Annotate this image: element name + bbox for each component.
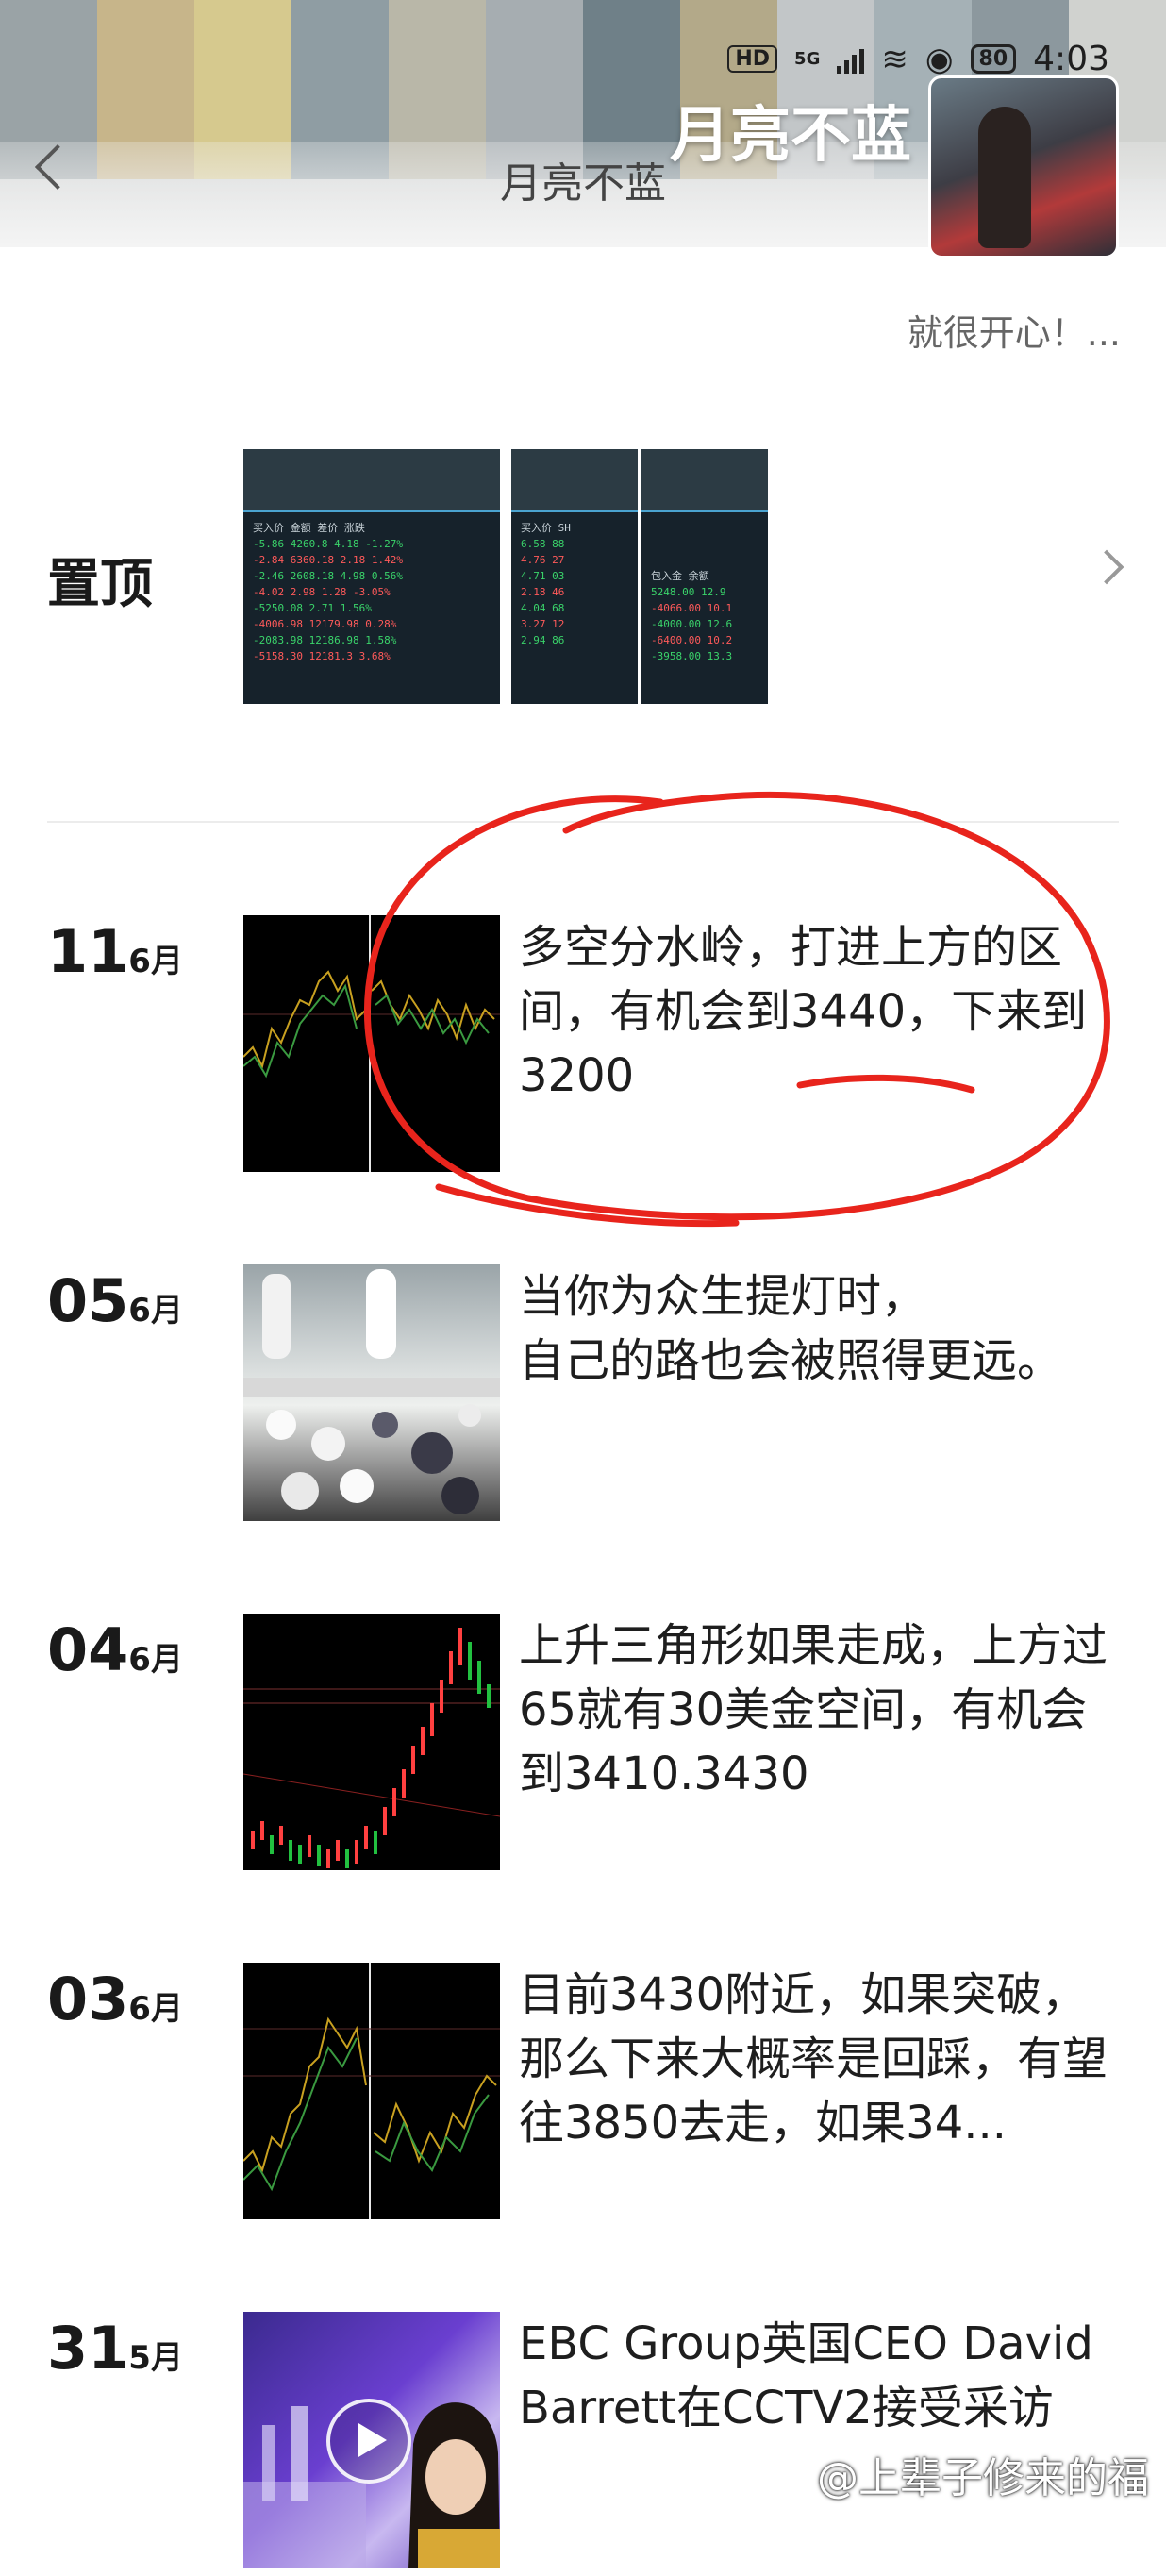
post-thumbnail[interactable] xyxy=(243,1963,500,2219)
post-item[interactable]: 046月 上升三角形如果走成，上方过65就有30美金空间，有机会到3410.34… xyxy=(0,1614,1166,1878)
watermark: @上辈子修来的福 xyxy=(817,2454,1149,2502)
post-date: 056月 xyxy=(47,1266,183,1335)
post-day: 03 xyxy=(47,1965,129,2033)
post-month: 6月 xyxy=(128,1292,183,1330)
post-text: 当你为众生提灯时， 自己的路也会被照得更远。 xyxy=(519,1270,1063,1387)
post-day: 05 xyxy=(47,1266,129,1335)
post-day: 31 xyxy=(47,2314,129,2383)
post-item[interactable]: 056月 当你为众生提灯时， 自己的路也会被照得更远。 xyxy=(0,1264,1166,1529)
post-text: 上升三角形如果走成，上方过65就有30美金空间，有机会到3410.3430 xyxy=(519,1619,1108,1800)
post-date: 036月 xyxy=(47,1965,183,2033)
post-item[interactable]: 036月 目前3430附近，如果突破，那么下来大概率是回踩，有望往3850去走，… xyxy=(0,1963,1166,2227)
post-thumbnail[interactable] xyxy=(243,1614,500,1870)
post-date: 046月 xyxy=(47,1615,183,1684)
post-text: EBC Group英国CEO David Barrett在CCTV2接受采访 xyxy=(519,2317,1093,2434)
post-day: 04 xyxy=(47,1615,129,1684)
post-month: 6月 xyxy=(128,1641,183,1679)
play-icon[interactable] xyxy=(326,2399,411,2484)
post-thumbnail[interactable] xyxy=(243,1264,500,1521)
post-month: 6月 xyxy=(128,1990,183,2028)
post-date: 315月 xyxy=(47,2314,183,2383)
post-thumbnail[interactable] xyxy=(243,2312,500,2568)
post-text: 目前3430附近，如果突破，那么下来大概率是回踩，有望往3850去走，如果34.… xyxy=(519,1968,1108,2149)
post-month: 5月 xyxy=(128,2339,183,2377)
